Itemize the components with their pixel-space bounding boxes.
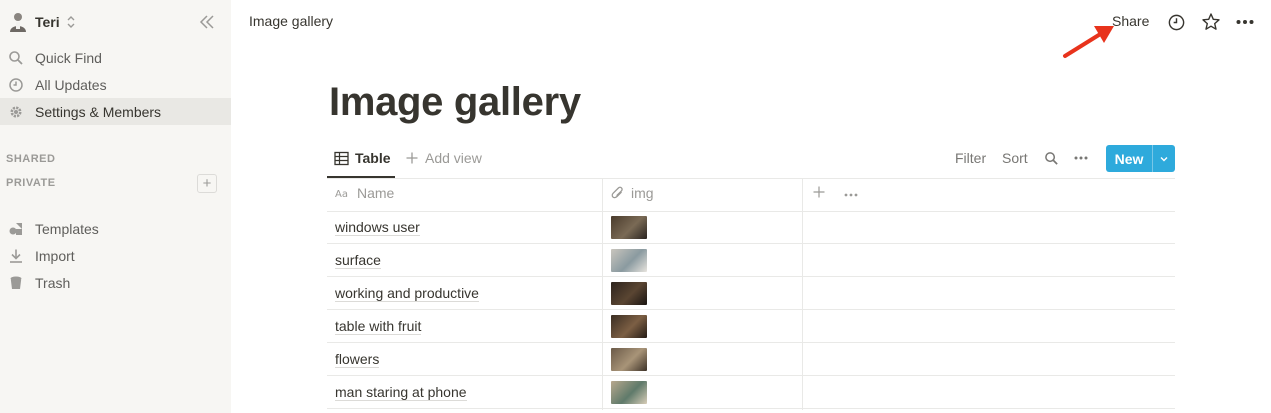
sort-button[interactable]: Sort — [1002, 150, 1028, 166]
row-name[interactable]: man staring at phone — [335, 384, 467, 401]
paperclip-icon — [611, 186, 625, 200]
table-row[interactable]: flowers — [327, 343, 1175, 376]
sidebar-item-quick-find[interactable]: Quick Find — [0, 44, 231, 71]
new-button[interactable]: New — [1106, 145, 1175, 172]
sidebar-item-label: All Updates — [35, 76, 107, 93]
image-thumbnail[interactable] — [611, 348, 647, 371]
search-icon[interactable] — [1043, 150, 1059, 166]
chevron-down-icon[interactable] — [1153, 145, 1175, 172]
sidebar-item-import[interactable]: Import — [0, 242, 231, 269]
history-icon[interactable] — [1166, 12, 1186, 32]
image-thumbnail[interactable] — [611, 216, 647, 239]
add-column-button[interactable] — [812, 185, 826, 199]
star-icon[interactable] — [1201, 12, 1221, 32]
search-icon — [8, 50, 24, 66]
table-row[interactable]: man staring at phone — [327, 376, 1175, 409]
plus-icon: + — [202, 175, 212, 192]
filter-button[interactable]: Filter — [955, 150, 986, 166]
svg-text:Aa: Aa — [335, 189, 348, 199]
table-row[interactable]: working and productive — [327, 277, 1175, 310]
table-row[interactable]: windows user — [327, 211, 1175, 244]
avatar — [10, 13, 26, 32]
row-name[interactable]: surface — [335, 252, 381, 269]
workspace-name: Teri — [35, 14, 60, 30]
sidebar-item-label: Templates — [35, 220, 99, 237]
trash-icon — [8, 275, 24, 291]
plus-icon — [405, 151, 419, 165]
image-thumbnail[interactable] — [611, 381, 647, 404]
sidebar-item-label: Trash — [35, 274, 71, 291]
column-header-name[interactable]: Aa Name — [335, 185, 394, 201]
sidebar-item-settings[interactable]: Settings & Members — [0, 98, 231, 125]
sidebar: Teri Quick Find All Updates Settings & M… — [0, 0, 231, 413]
gear-icon — [8, 104, 24, 120]
table-row[interactable]: surface — [327, 244, 1175, 277]
sidebar-item-trash[interactable]: Trash — [0, 269, 231, 296]
add-view-button[interactable]: Add view — [405, 150, 482, 166]
collapse-sidebar-icon[interactable] — [198, 13, 216, 31]
row-name[interactable]: flowers — [335, 351, 380, 368]
sidebar-item-templates[interactable]: Templates — [0, 215, 231, 242]
column-label: img — [631, 185, 654, 201]
sidebar-item-label: Settings & Members — [35, 103, 162, 120]
text-type-icon: Aa — [335, 187, 351, 199]
annotation-arrow-icon — [1063, 26, 1114, 58]
page-title[interactable]: Image gallery — [329, 80, 581, 125]
image-thumbnail[interactable] — [611, 249, 647, 272]
row-name[interactable]: table with fruit — [335, 318, 422, 335]
more-icon — [844, 193, 858, 197]
more-icon[interactable] — [1073, 150, 1089, 166]
divider — [327, 408, 1175, 409]
add-page-button[interactable]: + — [197, 174, 217, 193]
image-thumbnail[interactable] — [611, 282, 647, 305]
download-icon — [8, 248, 24, 264]
add-view-label: Add view — [425, 150, 482, 166]
plus-icon — [813, 186, 825, 198]
row-name[interactable]: working and productive — [335, 285, 479, 302]
breadcrumb[interactable]: Image gallery — [249, 13, 333, 29]
section-shared[interactable]: SHARED — [6, 153, 55, 165]
sidebar-item-label: Quick Find — [35, 49, 102, 66]
sidebar-item-all-updates[interactable]: All Updates — [0, 71, 231, 98]
shapes-icon — [8, 221, 24, 237]
workspace-switcher[interactable]: Teri — [8, 10, 77, 34]
column-label: Name — [357, 185, 395, 201]
clock-icon — [8, 77, 24, 93]
sidebar-item-label: Import — [35, 247, 75, 264]
image-thumbnail[interactable] — [611, 315, 647, 338]
more-icon[interactable] — [1235, 12, 1255, 32]
row-name[interactable]: windows user — [335, 219, 420, 236]
divider — [327, 178, 1175, 179]
chevron-updown-icon — [67, 16, 75, 28]
section-private[interactable]: PRIVATE — [6, 177, 56, 189]
table-row[interactable]: table with fruit — [327, 310, 1175, 343]
table-icon — [334, 151, 349, 166]
new-button-label[interactable]: New — [1106, 145, 1152, 172]
tab-label: Table — [355, 150, 391, 166]
column-header-img[interactable]: img — [611, 185, 654, 201]
tab-table[interactable]: Table — [334, 150, 391, 166]
column-options-button[interactable] — [843, 187, 859, 203]
